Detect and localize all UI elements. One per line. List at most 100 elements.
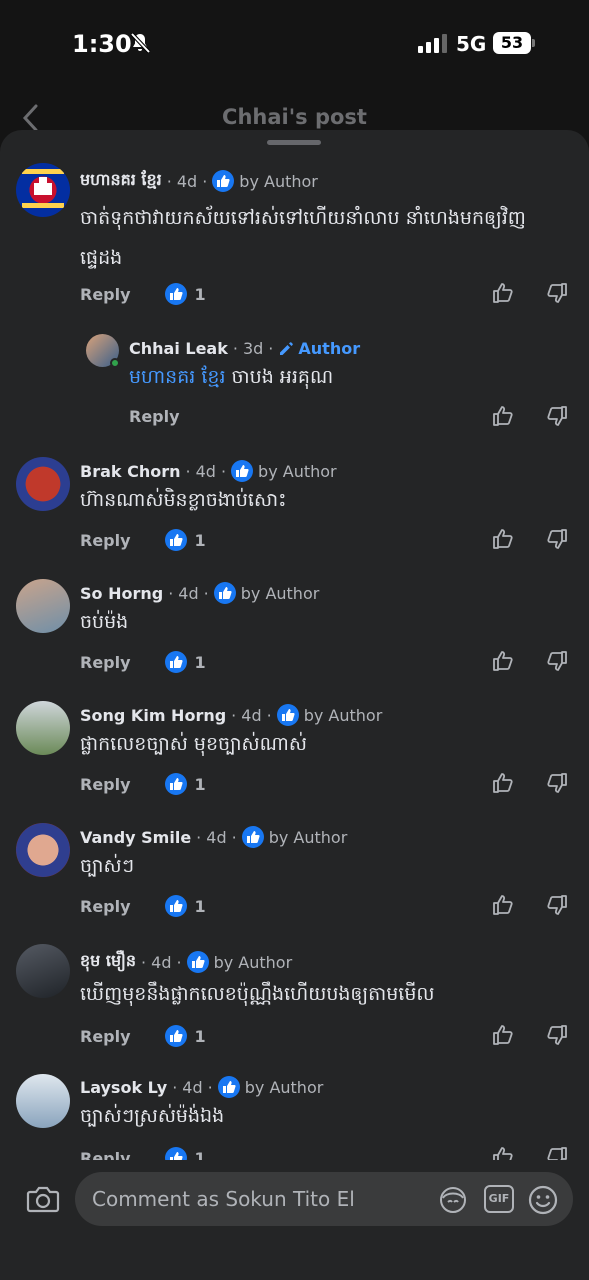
commenter-name[interactable]: Chhai Leak	[129, 339, 228, 358]
thumbs-down-icon[interactable]	[545, 281, 569, 305]
thumbs-down-icon[interactable]	[545, 404, 569, 428]
comment-text: ច្បាស់ៗ	[80, 855, 135, 877]
commenter-name[interactable]: Laysok Ly	[80, 1078, 167, 1097]
thumbs-up-icon[interactable]	[491, 771, 515, 795]
commenter-name[interactable]: Vandy Smile	[80, 828, 191, 847]
battery-icon: 53	[493, 32, 531, 54]
comment-actions: Reply 1	[80, 895, 206, 917]
thumbs-down-icon[interactable]	[545, 893, 569, 917]
comment-time: 4d	[176, 171, 198, 191]
emoji-icon[interactable]	[527, 1184, 559, 1216]
thumbs-up-icon[interactable]	[491, 1023, 515, 1047]
comment-actions: Reply 1	[80, 651, 206, 673]
thumbs-up-icon[interactable]	[491, 527, 515, 551]
thumbs-up-icon[interactable]	[491, 649, 515, 673]
avatar-sticker-icon[interactable]	[437, 1184, 469, 1216]
like-count: 1	[194, 652, 206, 672]
bell-muted-icon	[130, 32, 151, 54]
temple-logo-icon	[22, 169, 64, 208]
commenter-name[interactable]: Brak Chorn	[80, 462, 181, 481]
thumbs-down-icon[interactable]	[545, 527, 569, 551]
avatar[interactable]	[16, 163, 70, 217]
avatar[interactable]	[16, 823, 70, 877]
thumbs-down-icon[interactable]	[545, 649, 569, 673]
comment-actions: Reply	[129, 407, 180, 426]
camera-icon[interactable]	[26, 1184, 60, 1214]
comment-text: ឃើញមុខនឹងផ្លាកលេខប៉ុណ្ណឹងហើយបងឲ្យតាមមើល	[80, 983, 435, 1005]
comments-sheet: មហានគរ ខ្មែរ · 4d · by Author ចាត់ទុកថាវ…	[0, 130, 589, 1280]
comment-header: So Horng · 4d · by Author	[80, 582, 320, 604]
avatar[interactable]	[16, 701, 70, 755]
reply-button[interactable]: Reply	[80, 531, 131, 550]
reply-button[interactable]: Reply	[80, 897, 131, 916]
reaction-count[interactable]: 1	[164, 773, 206, 795]
page-title: Chhai's post	[222, 105, 367, 129]
thumbs-down-icon[interactable]	[545, 771, 569, 795]
avatar[interactable]	[16, 579, 70, 633]
comment-actions: Reply 1	[80, 283, 206, 305]
reply-button[interactable]: Reply	[129, 407, 180, 426]
gif-button[interactable]: GIF	[484, 1185, 514, 1213]
vote-buttons	[491, 281, 569, 305]
battery-tip	[532, 39, 535, 47]
thumbs-down-icon[interactable]	[545, 1023, 569, 1047]
reply-button[interactable]: Reply	[80, 775, 131, 794]
vote-buttons	[491, 649, 569, 673]
comment-text-line: ចាត់ទុកថាវាយកស័យទៅរស់ទៅហើយនាំលាប នាំហេងម…	[80, 207, 526, 229]
comment-composer: Comment as Sokun Tito El GIF	[0, 1160, 589, 1280]
author-badge: by Author	[239, 171, 318, 191]
vote-buttons	[491, 404, 569, 428]
avatar[interactable]	[16, 457, 70, 511]
avatar[interactable]	[16, 944, 70, 998]
comment-text: ហ៊ានណាស់មិនខ្លាចងាប់សោះ	[80, 489, 287, 511]
comment-header: មហានគរ ខ្មែរ · 4d · by Author	[80, 169, 318, 193]
reaction-count[interactable]: 1	[164, 895, 206, 917]
comment-time: 4d	[206, 827, 227, 847]
vote-buttons	[491, 1023, 569, 1047]
reply-button[interactable]: Reply	[80, 653, 131, 672]
commenter-name[interactable]: Song Kim Horng	[80, 706, 226, 725]
comment-input[interactable]: Comment as Sokun Tito El GIF	[75, 1172, 573, 1226]
like-count: 1	[194, 530, 206, 550]
thumbs-up-icon[interactable]	[491, 893, 515, 917]
commenter-name[interactable]: So Horng	[80, 584, 163, 603]
comment-placeholder: Comment as Sokun Tito El	[92, 1187, 355, 1211]
commenter-name[interactable]: ខុម មឿន	[80, 950, 136, 974]
like-badge-icon	[213, 582, 236, 604]
comment-header: Brak Chorn · 4d · by Author	[80, 460, 337, 482]
reply-button[interactable]: Reply	[80, 1027, 131, 1046]
like-badge-icon	[164, 651, 187, 673]
comment-time: 4d	[182, 1077, 203, 1097]
like-badge-icon	[164, 529, 187, 551]
drag-handle[interactable]	[267, 140, 321, 145]
author-badge: by Author	[268, 827, 348, 847]
comment-text: ច្បាស់ៗស្រស់ម៉ង់ឯង	[80, 1105, 225, 1127]
reaction-count[interactable]: 1	[164, 1025, 206, 1047]
reply-button[interactable]: Reply	[80, 285, 131, 304]
thumbs-up-icon[interactable]	[491, 404, 515, 428]
online-indicator	[110, 358, 120, 368]
comment-actions: Reply 1	[80, 773, 206, 795]
author-badge: by Author	[303, 705, 383, 725]
vote-buttons	[491, 771, 569, 795]
comment-header: ខុម មឿន · 4d · by Author	[80, 950, 292, 974]
author-badge: by Author	[244, 1077, 324, 1097]
mention-link[interactable]: មហានគរ ខ្មែរ	[129, 366, 226, 388]
reaction-count[interactable]: 1	[164, 283, 206, 305]
like-badge-icon	[212, 170, 235, 192]
like-badge-icon	[164, 773, 187, 795]
comment-time: 4d	[178, 583, 199, 603]
comment-time: 4d	[151, 952, 172, 972]
thumbs-up-icon[interactable]	[491, 281, 515, 305]
like-badge-icon	[164, 895, 187, 917]
reaction-count[interactable]: 1	[164, 651, 206, 673]
like-count: 1	[194, 284, 206, 304]
vote-buttons	[491, 527, 569, 551]
commenter-name[interactable]: មហានគរ ខ្មែរ	[80, 169, 162, 193]
network-type: 5G	[456, 32, 487, 56]
comment-text-content: ចាបង អរគុណ	[231, 366, 334, 388]
clock: 1:30	[72, 30, 132, 58]
avatar[interactable]	[16, 1074, 70, 1128]
comment-time: 4d	[195, 461, 216, 481]
reaction-count[interactable]: 1	[164, 529, 206, 551]
